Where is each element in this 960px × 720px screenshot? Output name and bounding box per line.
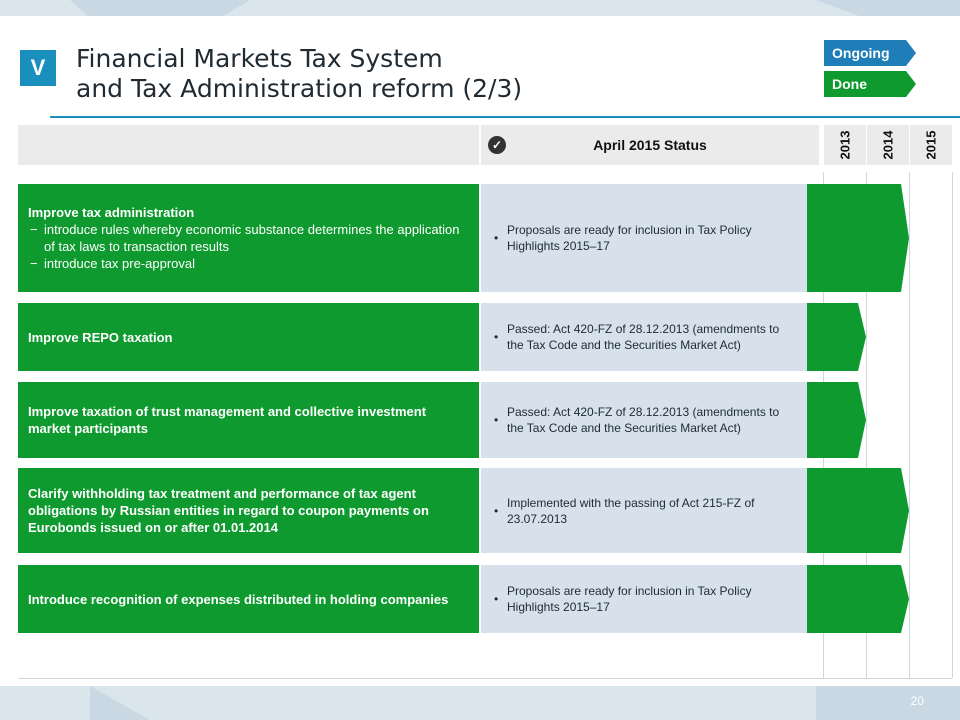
section-badge: V: [20, 50, 56, 86]
check-circle-icon: ✓: [488, 136, 506, 154]
progress-bar: [807, 565, 909, 633]
year-header-2015: 2015: [910, 125, 952, 165]
year-label: 2013: [837, 130, 853, 160]
year-label: 2014: [880, 130, 896, 160]
table-row-holding-expenses: Introduce recognition of expenses distri…: [18, 565, 479, 633]
table-bottom-line: [18, 678, 952, 679]
grid-line: [909, 172, 910, 678]
table-row-tax-administration: Improve tax administration introduce rul…: [18, 184, 479, 292]
decor-shard: [816, 0, 960, 16]
title-line-2: and Tax Administration reform (2/3): [76, 74, 523, 103]
row-title: Improve REPO taxation: [28, 329, 173, 345]
header-blank-cell: [18, 125, 479, 165]
decor-shard: [70, 0, 250, 16]
year-label: 2015: [923, 130, 939, 160]
bullet-dot: •: [494, 503, 499, 518]
row-bullet: introduce tax pre-approval: [28, 255, 469, 272]
bullet-dot: •: [494, 413, 499, 427]
bullet-dot: •: [494, 592, 499, 606]
progress-bar: [807, 382, 866, 458]
bottom-decor-band: [0, 686, 960, 720]
top-decor-band: [0, 0, 960, 16]
legend-ongoing: Ongoing: [824, 40, 916, 66]
progress-bar: [807, 303, 866, 371]
decor-shard: [816, 686, 960, 720]
title-divider: [50, 116, 960, 118]
row-title: Introduce recognition of expenses distri…: [28, 591, 449, 607]
row-status-text: Implemented with the passing of Act 215-…: [507, 495, 755, 526]
year-header-2013: 2013: [824, 125, 866, 165]
status-column-header: ✓ April 2015 Status: [481, 125, 819, 165]
row-status-cell: • Passed: Act 420-FZ of 28.12.2013 (amen…: [481, 382, 807, 458]
row-status-cell: • Proposals are ready for inclusion in T…: [481, 184, 807, 292]
row-title: Improve tax administration: [28, 205, 195, 220]
progress-bar: [807, 468, 909, 553]
row-status-text: Passed: Act 420-FZ of 28.12.2013 (amendm…: [507, 322, 780, 352]
legend-done: Done: [824, 71, 916, 97]
page-number: 20: [910, 694, 924, 708]
row-title: Clarify withholding tax treatment and pe…: [28, 486, 429, 535]
grid-line: [952, 172, 953, 678]
decor-shard: [90, 686, 150, 720]
table-row-trust-management: Improve taxation of trust management and…: [18, 382, 479, 458]
row-bullet: introduce rules whereby economic substan…: [28, 221, 469, 255]
bullet-dot: •: [494, 330, 499, 344]
row-status-text: Proposals are ready for inclusion in Tax…: [507, 584, 752, 614]
row-status-text: Proposals are ready for inclusion in Tax…: [507, 223, 752, 253]
row-title: Improve taxation of trust management and…: [28, 404, 427, 436]
row-status-text: Passed: Act 420-FZ of 28.12.2013 (amendm…: [507, 405, 780, 435]
status-header-label: April 2015 Status: [593, 137, 707, 153]
table-row-withholding-tax: Clarify withholding tax treatment and pe…: [18, 468, 479, 553]
progress-bar: [807, 184, 909, 292]
year-header-2014: 2014: [867, 125, 909, 165]
table-row-repo-taxation: Improve REPO taxation: [18, 303, 479, 371]
row-status-cell: • Implemented with the passing of Act 21…: [481, 468, 807, 553]
bullet-dot: •: [494, 231, 499, 245]
row-status-cell: • Proposals are ready for inclusion in T…: [481, 565, 807, 633]
page-title: Financial Markets Tax System and Tax Adm…: [76, 44, 522, 104]
row-status-cell: • Passed: Act 420-FZ of 28.12.2013 (amen…: [481, 303, 807, 371]
title-line-1: Financial Markets Tax System: [76, 44, 443, 73]
